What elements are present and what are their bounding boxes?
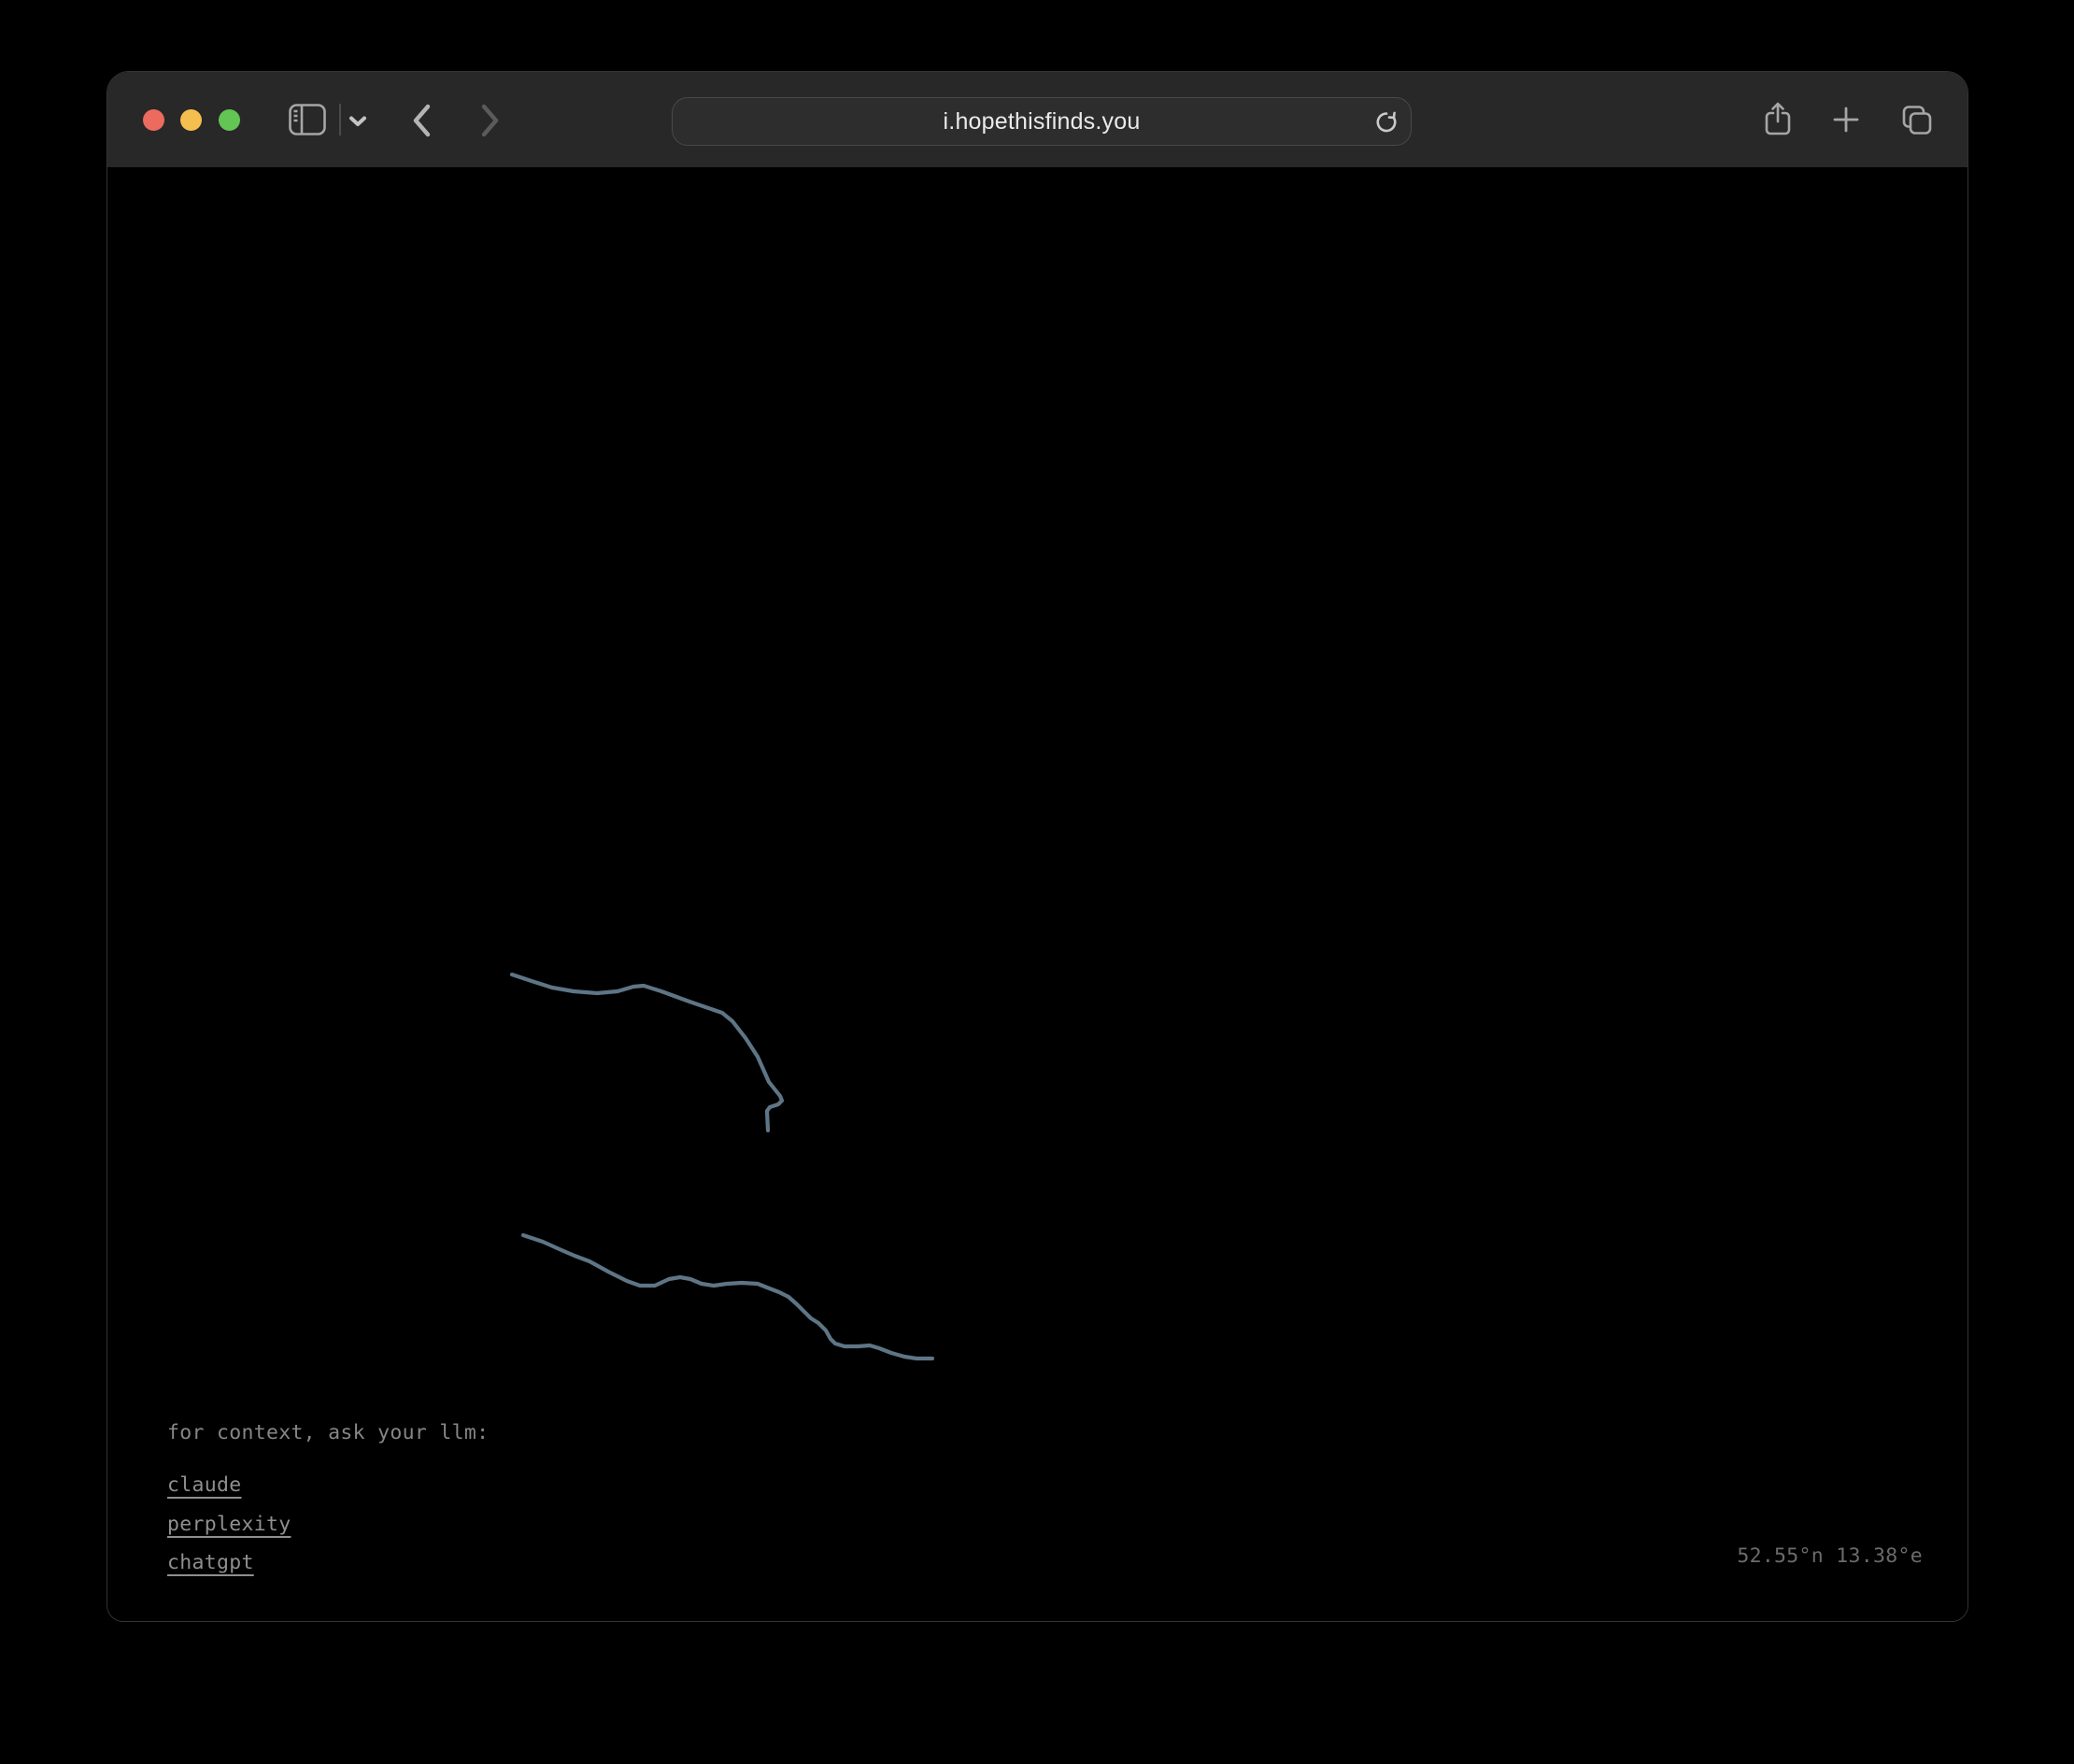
river-map bbox=[107, 167, 1968, 1622]
plus-icon bbox=[1832, 106, 1860, 134]
toolbar-divider bbox=[339, 104, 341, 135]
page-content: for context, ask your llm: claude perple… bbox=[107, 167, 1968, 1622]
link-chatgpt[interactable]: chatgpt bbox=[167, 1551, 254, 1574]
minimize-window-button[interactable] bbox=[180, 109, 202, 131]
tab-overview-button[interactable] bbox=[1900, 106, 1934, 134]
chevron-left-icon bbox=[410, 103, 433, 138]
chevron-right-icon bbox=[479, 103, 502, 138]
prompt-text: for context, ask your llm: bbox=[167, 1421, 489, 1444]
link-claude[interactable]: claude bbox=[167, 1473, 241, 1497]
share-button[interactable] bbox=[1762, 100, 1794, 137]
url-text: i.hopethisfinds.you bbox=[944, 108, 1141, 135]
share-icon bbox=[1762, 100, 1794, 137]
sidebar-icon bbox=[289, 104, 326, 135]
new-tab-button[interactable] bbox=[1832, 106, 1860, 134]
zoom-window-button[interactable] bbox=[219, 109, 240, 131]
sidebar-toggle-button[interactable] bbox=[289, 104, 326, 135]
browser-toolbar: i.hopethisfinds.you bbox=[107, 72, 1967, 167]
chevron-down-icon bbox=[348, 115, 367, 127]
close-window-button[interactable] bbox=[143, 109, 164, 131]
coordinates-text: 52.55°n 13.38°e bbox=[1737, 1544, 1923, 1568]
link-perplexity[interactable]: perplexity bbox=[167, 1513, 291, 1536]
river-upper-path bbox=[512, 974, 782, 1131]
reload-icon bbox=[1373, 108, 1399, 135]
tab-group-menu-button[interactable] bbox=[348, 113, 368, 128]
back-button[interactable] bbox=[408, 103, 434, 138]
address-bar[interactable]: i.hopethisfinds.you bbox=[672, 97, 1412, 146]
browser-window: i.hopethisfinds.you bbox=[107, 71, 1968, 1622]
river-lower-path bbox=[523, 1235, 932, 1359]
tab-overview-icon bbox=[1901, 105, 1933, 135]
reload-button[interactable] bbox=[1373, 108, 1399, 135]
forward-button[interactable] bbox=[477, 103, 504, 138]
